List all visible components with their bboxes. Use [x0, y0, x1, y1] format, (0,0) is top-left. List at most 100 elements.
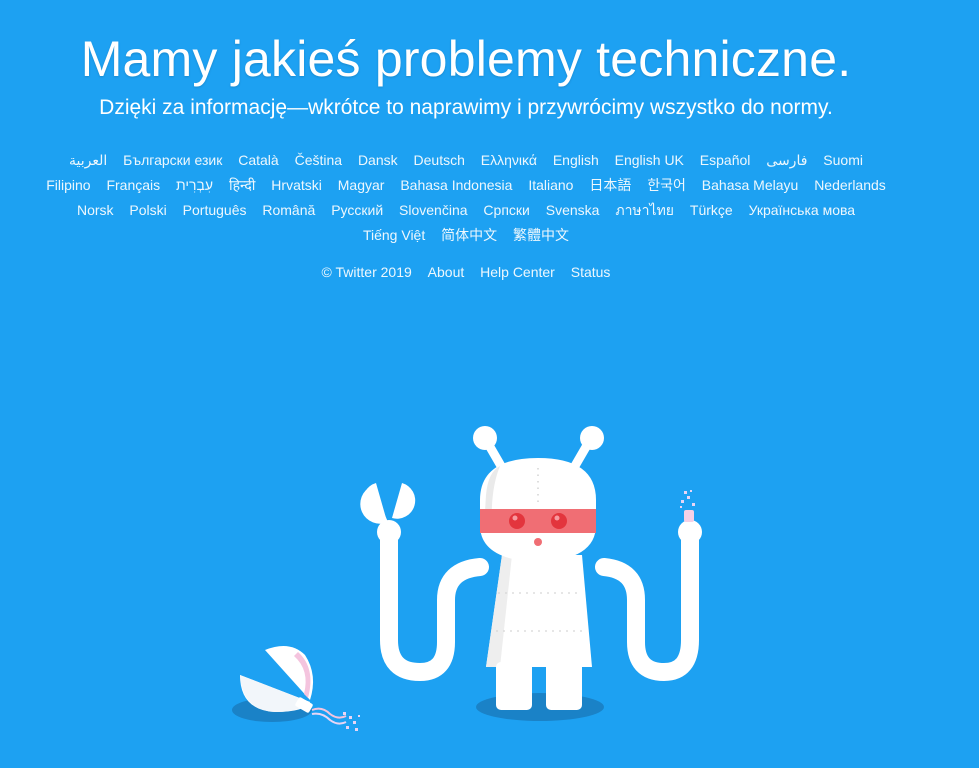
- language-item: Polski: [129, 198, 166, 223]
- language-link-it[interactable]: Italiano: [528, 177, 573, 193]
- language-item: Deutsch: [414, 148, 465, 173]
- language-link-en[interactable]: English: [553, 152, 599, 168]
- page-title: Mamy jakieś problemy techniczne.: [80, 31, 852, 87]
- language-item: Русский: [331, 198, 383, 223]
- language-link-hu[interactable]: Magyar: [338, 177, 385, 193]
- language-link-id[interactable]: Bahasa Indonesia: [400, 177, 512, 193]
- language-item: Català: [238, 148, 278, 173]
- language-item: Español: [700, 148, 751, 173]
- language-link-ro[interactable]: Română: [262, 202, 315, 218]
- language-link-tr[interactable]: Türkçe: [690, 202, 733, 218]
- robot-body: [486, 555, 592, 667]
- language-link-sk[interactable]: Slovenčina: [399, 202, 468, 218]
- left-antenna-ball: [473, 426, 497, 450]
- language-item: ภาษาไทย: [615, 198, 674, 223]
- language-item: Bahasa Melayu: [702, 173, 799, 198]
- language-item: Bahasa Indonesia: [400, 173, 512, 198]
- language-link-ar[interactable]: العربية: [69, 152, 107, 168]
- language-item: 繁體中文: [513, 223, 569, 248]
- left-eye: [509, 513, 525, 529]
- language-item: 简体中文: [441, 223, 497, 248]
- language-item: Français: [106, 173, 160, 198]
- language-link-ru[interactable]: Русский: [331, 202, 383, 218]
- language-item: فارسی: [766, 148, 807, 173]
- language-item: العربية: [69, 148, 107, 173]
- language-item: Norsk: [77, 198, 114, 223]
- language-item: English UK: [615, 148, 684, 173]
- language-link-nl[interactable]: Nederlands: [814, 177, 886, 193]
- language-item: Română: [262, 198, 315, 223]
- language-link-en-gb[interactable]: English UK: [615, 152, 684, 168]
- head-shade: [484, 466, 500, 530]
- right-leg: [546, 662, 582, 710]
- language-item: Български език: [123, 148, 222, 173]
- language-item: Українська мова: [749, 198, 855, 223]
- error-content: Mamy jakieś problemy techniczne. Dzięki …: [36, 0, 896, 282]
- language-link-ca[interactable]: Català: [238, 152, 278, 168]
- language-item: Hrvatski: [271, 173, 322, 198]
- language-item: Nederlands: [814, 173, 886, 198]
- language-item: Português: [183, 198, 247, 223]
- language-link-fa[interactable]: فارسی: [766, 152, 807, 168]
- left-wrist: [377, 520, 401, 544]
- robot-head: [480, 458, 596, 562]
- language-item: עִבְרִית: [176, 173, 213, 198]
- language-item: हिन्दी: [229, 173, 255, 198]
- language-link-uk[interactable]: Українська мова: [749, 202, 855, 218]
- language-link-de[interactable]: Deutsch: [414, 152, 465, 168]
- language-link-hi[interactable]: हिन्दी: [229, 177, 255, 193]
- language-item: Suomi: [823, 148, 863, 173]
- language-item: Filipino: [46, 173, 90, 198]
- language-link-ko[interactable]: 한국어: [647, 177, 686, 193]
- language-link-ja[interactable]: 日本語: [589, 177, 631, 193]
- language-link-bg[interactable]: Български език: [123, 152, 222, 168]
- language-link-cs[interactable]: Čeština: [295, 152, 342, 168]
- right-antenna: [563, 435, 595, 483]
- language-link-sv[interactable]: Svenska: [546, 202, 600, 218]
- language-link-ms[interactable]: Bahasa Melayu: [702, 177, 799, 193]
- language-item: Ελληνικά: [481, 148, 537, 173]
- page-subtitle: Dzięki za informację—wkrótce to naprawim…: [99, 96, 833, 119]
- language-link-th[interactable]: ภาษาไทย: [615, 202, 674, 218]
- language-link-el[interactable]: Ελληνικά: [481, 152, 537, 168]
- language-link-no[interactable]: Norsk: [77, 202, 114, 218]
- spark-icon: [680, 490, 695, 522]
- language-item: Čeština: [295, 148, 342, 173]
- right-antenna-ball: [580, 426, 604, 450]
- right-eye: [551, 513, 567, 529]
- language-item: Italiano: [528, 173, 573, 198]
- language-link-vi[interactable]: Tiếng Việt: [363, 227, 425, 243]
- language-link-fil[interactable]: Filipino: [46, 177, 90, 193]
- language-item: Српски: [483, 198, 529, 223]
- language-list: العربية Български език Català Čeština Da…: [36, 148, 896, 248]
- help-center-link[interactable]: Help Center: [480, 264, 555, 280]
- language-item: Tiếng Việt: [363, 223, 425, 248]
- language-item: Slovenčina: [399, 198, 468, 223]
- footer-links: © Twitter 2019 About Help Center Status: [36, 262, 896, 282]
- broken-head-icon: [240, 646, 360, 731]
- left-arm: [380, 521, 489, 682]
- head-shadow: [232, 698, 312, 722]
- language-link-pt[interactable]: Português: [183, 202, 247, 218]
- language-link-he[interactable]: עִבְרִית: [176, 177, 213, 193]
- right-wrist: [678, 520, 702, 544]
- robot-mouth: [534, 538, 542, 546]
- about-link[interactable]: About: [428, 264, 465, 280]
- right-arm: [595, 521, 699, 682]
- status-link[interactable]: Status: [571, 264, 611, 280]
- language-link-hr[interactable]: Hrvatski: [271, 177, 322, 193]
- language-link-pl[interactable]: Polski: [129, 202, 166, 218]
- language-link-zh-tw[interactable]: 繁體中文: [513, 227, 569, 243]
- language-item: Svenska: [546, 198, 600, 223]
- language-link-es[interactable]: Español: [700, 152, 751, 168]
- language-link-sr[interactable]: Српски: [483, 202, 529, 218]
- error-page: Mamy jakieś problemy techniczne. Dzięki …: [0, 0, 979, 768]
- language-link-fi[interactable]: Suomi: [823, 152, 863, 168]
- body-shade: [486, 555, 512, 667]
- language-item: 日本語: [589, 173, 631, 198]
- left-antenna: [481, 435, 513, 483]
- language-link-zh-cn[interactable]: 简体中文: [441, 227, 497, 243]
- left-leg: [496, 662, 532, 710]
- language-link-fr[interactable]: Français: [106, 177, 160, 193]
- language-link-da[interactable]: Dansk: [358, 152, 398, 168]
